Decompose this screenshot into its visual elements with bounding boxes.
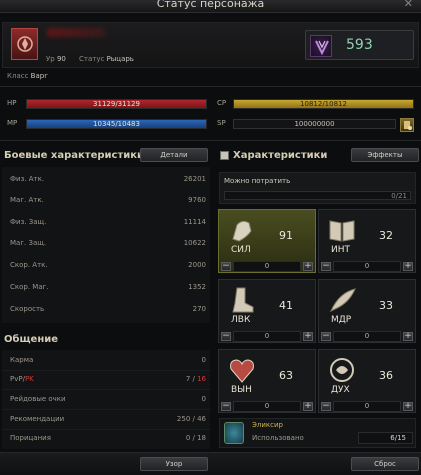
view-button[interactable]: Узор xyxy=(140,457,208,471)
stat-row: Скор. Атк. 2000 xyxy=(10,261,206,269)
sp-label: SP xyxy=(217,119,226,127)
stat-row: Физ. Защ. 11114 xyxy=(10,218,206,226)
cp-text: 10812/10812 xyxy=(300,100,347,108)
combat-stats-title: Боевые характеристики xyxy=(4,150,145,161)
combat-power-box[interactable]: 593 xyxy=(305,30,414,60)
stat-row: Маг. Защ. 10622 xyxy=(10,239,206,247)
mp-label: MP xyxy=(7,119,18,127)
clan-crest-icon xyxy=(11,28,38,60)
level-readout: Ур 90 xyxy=(46,55,66,63)
increase-button[interactable]: + xyxy=(403,262,413,271)
spendable-points-label: Можно потратить xyxy=(224,177,291,185)
footer-bar: Узор Сброс xyxy=(0,452,421,475)
mp-text: 10345/10483 xyxy=(93,120,140,128)
decrease-button[interactable]: − xyxy=(321,332,331,341)
attr-card-wit[interactable]: МДР 33 − 0 + xyxy=(318,279,416,343)
attr-card-dex[interactable]: ЛВК 41 − 0 + xyxy=(218,279,316,343)
elixir-used-label: Использовано xyxy=(252,434,304,442)
title-bar[interactable]: Статус персонажа ✕ xyxy=(0,0,421,13)
heart-icon xyxy=(225,353,259,387)
decrease-button[interactable]: − xyxy=(221,332,231,341)
feather-icon xyxy=(325,283,359,317)
details-button[interactable]: Детали xyxy=(140,148,208,162)
reset-button[interactable]: Сброс xyxy=(351,457,419,471)
attributes-title: Характеристики xyxy=(233,150,328,161)
cp-label: CP xyxy=(217,99,227,107)
book-icon xyxy=(325,213,359,247)
social-row: Порицания 0 / 18 xyxy=(10,434,206,442)
sp-scroll-icon[interactable] xyxy=(400,118,414,132)
combat-stats-panel: Физ. Атк. 26201 Маг. Атк. 9760 Физ. Защ.… xyxy=(2,167,210,323)
close-icon[interactable]: ✕ xyxy=(404,0,413,10)
attr-card-men[interactable]: ДУХ 36 − 0 + xyxy=(318,349,416,413)
row-divider xyxy=(2,370,210,371)
fist-icon xyxy=(225,213,259,247)
stat-row: Физ. Атк. 26201 xyxy=(10,175,206,183)
increase-button[interactable]: + xyxy=(403,402,413,411)
row-divider xyxy=(2,429,210,430)
combat-power-icon xyxy=(310,35,332,57)
sp-bar: 100000000 xyxy=(233,119,396,129)
sp-text: 100000000 xyxy=(294,120,335,128)
increase-button[interactable]: + xyxy=(303,332,313,341)
attr-card-con[interactable]: ВЫН 63 − 0 + xyxy=(218,349,316,413)
boot-icon xyxy=(225,283,259,317)
social-row: Карма 0 xyxy=(10,356,206,364)
spirit-icon xyxy=(325,353,359,387)
divider xyxy=(0,86,421,87)
mp-bar: 10345/10483 xyxy=(26,119,207,129)
row-divider xyxy=(2,389,210,390)
row-divider xyxy=(2,409,210,410)
elixir-icon xyxy=(224,422,244,444)
hp-bar: 31129/31129 xyxy=(26,99,207,109)
stat-row: Скорость 270 xyxy=(10,305,206,313)
increase-button[interactable]: + xyxy=(303,262,313,271)
spendable-points-value: 0/21 xyxy=(391,192,407,200)
status-readout: Статус Рыцарь xyxy=(79,55,134,63)
attr-card-str[interactable]: СИЛ 91 − 0 + xyxy=(218,209,316,273)
cp-bar: 10812/10812 xyxy=(233,99,414,109)
social-row: Рекомендации 250 / 46 xyxy=(10,415,206,423)
character-name-redacted xyxy=(47,28,105,37)
combat-power-value: 593 xyxy=(346,37,373,53)
effects-button[interactable]: Эффекты xyxy=(351,148,419,162)
stat-row: Скор. Маг. 1352 xyxy=(10,283,206,291)
decrease-button[interactable]: − xyxy=(321,262,331,271)
divider xyxy=(0,140,421,141)
elixir-count: 6/15 xyxy=(358,432,413,444)
spendable-points-bar: 0/21 xyxy=(224,191,411,200)
elixir-name: Эликсир xyxy=(252,421,283,429)
stat-row: Маг. Атк. 9760 xyxy=(10,196,206,204)
spendable-points-box: Можно потратить 0/21 xyxy=(219,172,416,204)
social-title: Общение xyxy=(4,334,59,345)
decrease-button[interactable]: − xyxy=(321,402,331,411)
elixir-box: Эликсир Использовано 6/15 xyxy=(219,418,416,448)
increase-button[interactable]: + xyxy=(403,332,413,341)
hp-label: HP xyxy=(7,99,17,107)
hp-text: 31129/31129 xyxy=(93,100,140,108)
window-title: Статус персонажа xyxy=(156,0,265,10)
increase-button[interactable]: + xyxy=(303,402,313,411)
social-row: Рейдовые очки 0 xyxy=(10,395,206,403)
character-header: Ур 90 Статус Рыцарь 593 xyxy=(2,22,419,68)
attributes-icon xyxy=(220,151,229,160)
decrease-button[interactable]: − xyxy=(221,262,231,271)
decrease-button[interactable]: − xyxy=(221,402,231,411)
class-readout: Класс Варг xyxy=(7,72,48,80)
attr-card-int[interactable]: ИНТ 32 − 0 + xyxy=(318,209,416,273)
social-panel: Карма 0 PvP/PK 7 / 16 Рейдовые очки 0 Ре… xyxy=(2,350,210,449)
social-row: PvP/PK 7 / 16 xyxy=(10,375,206,383)
